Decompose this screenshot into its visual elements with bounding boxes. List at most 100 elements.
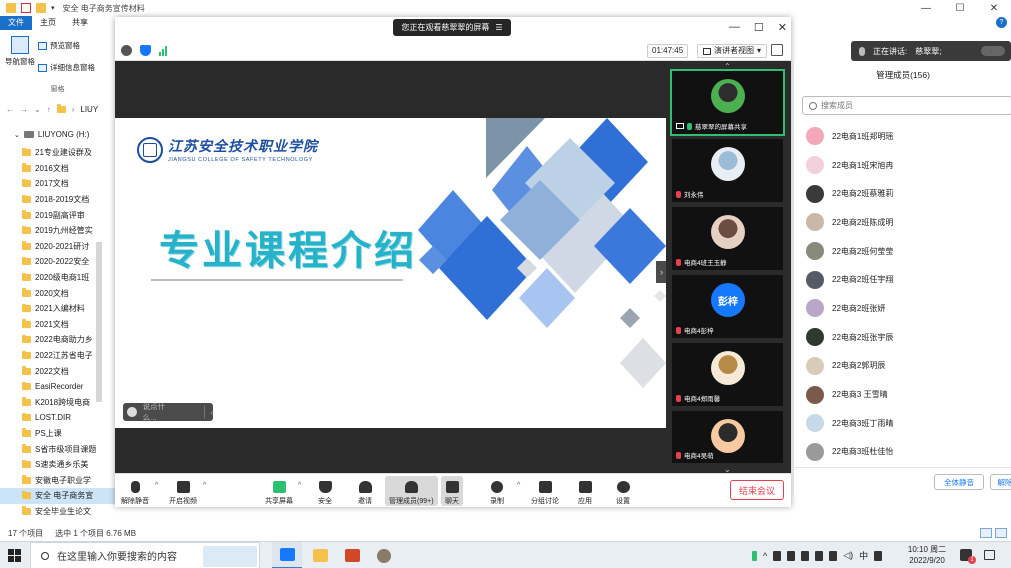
video-tile[interactable]: 电商4吴萌: [672, 411, 783, 463]
participant-row[interactable]: 22电商2班张妍: [794, 294, 1011, 323]
preview-pane-button[interactable]: 预览窗格: [38, 40, 80, 51]
forward-arrow-icon[interactable]: →: [20, 105, 28, 114]
address-path[interactable]: LIUY: [80, 105, 98, 114]
participant-row[interactable]: 22电商2郭玥辰: [794, 352, 1011, 381]
invite-button[interactable]: 邀请: [358, 476, 372, 506]
taskbar-app-explorer[interactable]: [305, 542, 335, 568]
chevron-down-icon[interactable]: ⌄: [34, 105, 41, 114]
participants-button[interactable]: 管理成员(99+): [385, 476, 438, 506]
participant-row[interactable]: 22电商2班蔡雅莉: [794, 179, 1011, 208]
viewing-screen-banner[interactable]: 您正在观看慈翠翠的屏幕 ☰: [393, 19, 511, 36]
view-mode-button[interactable]: 演讲者视图 ▾: [697, 44, 768, 58]
participant-row[interactable]: 22电商3班丁雨晴: [794, 409, 1011, 438]
tree-folder-item[interactable]: 2019副高评审: [0, 207, 115, 223]
tree-folder-item[interactable]: 2016文档: [0, 161, 115, 177]
participant-row[interactable]: 22电商1班郑明瑶: [794, 122, 1011, 151]
unmute-button[interactable]: 解除静音: [121, 476, 149, 506]
chevron-up-icon[interactable]: ^: [298, 482, 301, 489]
minimize-icon[interactable]: —: [909, 0, 943, 16]
maximize-icon[interactable]: ☐: [754, 21, 764, 34]
participant-row[interactable]: 22电商3班杜佳怡: [794, 438, 1011, 467]
close-icon[interactable]: ✕: [778, 21, 787, 34]
signal-icon[interactable]: [159, 45, 167, 56]
tree-folder-item[interactable]: 安徽电子职业学: [0, 472, 115, 488]
minimize-icon[interactable]: —: [729, 21, 740, 34]
tab-file[interactable]: 文件: [0, 16, 32, 30]
end-meeting-button[interactable]: 结束会议: [730, 480, 784, 500]
participant-row[interactable]: 22电商2班任宇翔: [794, 265, 1011, 294]
video-tile[interactable]: 慈翠翠的屏幕共享: [670, 69, 785, 136]
video-tile[interactable]: 电商4班王玉静: [672, 207, 783, 270]
start-video-button[interactable]: 开启视频: [169, 476, 197, 506]
tab-home[interactable]: 主页: [32, 16, 64, 30]
windows-start-icon[interactable]: [8, 549, 21, 562]
chat-button[interactable]: 聊天: [441, 476, 463, 506]
tree-folder-item[interactable]: S速卖通乡乐美: [0, 457, 115, 473]
record-button[interactable]: 录制: [490, 476, 504, 506]
security-button[interactable]: 安全: [318, 476, 332, 506]
app-tray-icon[interactable]: [787, 550, 796, 561]
close-icon[interactable]: ✕: [977, 0, 1011, 16]
video-tile[interactable]: 彭梓 电商4彭梓: [672, 275, 783, 338]
checkbox-icon[interactable]: [21, 3, 31, 13]
tree-folder-item[interactable]: 安全毕业生论文: [0, 504, 115, 520]
video-tile[interactable]: 刘永伟: [672, 139, 783, 202]
chevron-left-icon[interactable]: ‹: [211, 408, 214, 417]
tree-folder-item[interactable]: LOST.DIR: [0, 410, 115, 426]
back-arrow-icon[interactable]: ←: [6, 105, 14, 114]
taskbar-app-meeting[interactable]: [272, 542, 302, 568]
keyboard-icon[interactable]: [874, 550, 883, 561]
folder-icon[interactable]: [36, 3, 46, 13]
participant-row[interactable]: 22电商2班陈成明: [794, 208, 1011, 237]
participant-row[interactable]: 22电商1班宋旭冉: [794, 151, 1011, 180]
participant-row[interactable]: 22电商2班何莹莹: [794, 237, 1011, 266]
tree-scrollbar[interactable]: [96, 242, 102, 402]
onedrive-icon[interactable]: [815, 550, 824, 561]
notification-icon[interactable]: 1: [960, 549, 976, 564]
chevron-up-icon[interactable]: ^: [763, 551, 767, 561]
help-icon[interactable]: ?: [996, 17, 1007, 28]
participants-search[interactable]: 搜索成员: [802, 96, 1011, 115]
nav-pane-button[interactable]: 导航窗格: [4, 36, 36, 67]
unmute-all-button[interactable]: 解除: [990, 474, 1011, 490]
taskbar-app-powerpoint[interactable]: [337, 542, 367, 568]
tree-folder-item[interactable]: 2017文档: [0, 176, 115, 192]
settings-button[interactable]: 设置: [616, 476, 630, 506]
up-arrow-icon[interactable]: ↑: [47, 105, 51, 114]
large-icons-view-icon[interactable]: [995, 528, 1007, 538]
chat-quick-input[interactable]: 说点什么... ‹: [123, 402, 214, 422]
maximize-icon[interactable]: ☐: [943, 0, 977, 16]
tree-folder-item[interactable]: 2018-2019文档: [0, 192, 115, 208]
chevron-down-icon[interactable]: ▾: [51, 4, 55, 12]
chevron-up-icon[interactable]: ^: [517, 482, 520, 489]
chevron-up-icon[interactable]: ^: [155, 482, 158, 489]
system-clock[interactable]: 10:10 周二 2022/9/20: [904, 544, 950, 566]
shield-icon[interactable]: [140, 45, 151, 56]
taskbar-app-avatar[interactable]: [369, 542, 399, 568]
details-pane-button[interactable]: 详细信息窗格: [38, 62, 95, 73]
taskbar-search[interactable]: 在这里输入你要搜索的内容: [30, 542, 260, 568]
chevron-up-icon[interactable]: ⌃: [724, 62, 731, 71]
volume-icon[interactable]: ◁): [843, 550, 853, 561]
info-icon[interactable]: [121, 45, 132, 56]
fullscreen-icon[interactable]: [771, 44, 783, 56]
tab-share[interactable]: 共享: [64, 16, 96, 30]
mute-all-button[interactable]: 全体静音: [934, 474, 984, 490]
mic-icon[interactable]: [773, 550, 782, 561]
tree-folder-item[interactable]: S省市级项目课题: [0, 441, 115, 457]
video-tile[interactable]: 电商4郑雨馨: [672, 343, 783, 406]
tree-folder-item[interactable]: 安全 电子商务宣: [0, 488, 115, 504]
wifi-icon[interactable]: [829, 550, 838, 561]
share-screen-button[interactable]: 共享屏幕: [265, 476, 293, 506]
network-icon[interactable]: [801, 550, 810, 561]
chevron-up-icon[interactable]: ^: [203, 482, 206, 489]
tree-folder-item[interactable]: PS上课: [0, 426, 115, 442]
tree-folder-item[interactable]: 21专业建设群及: [0, 145, 115, 161]
breakout-rooms-button[interactable]: 分组讨论: [531, 476, 559, 506]
action-center-icon[interactable]: [984, 550, 995, 560]
ime-indicator[interactable]: 中: [859, 549, 868, 562]
battery-icon[interactable]: [752, 550, 757, 561]
tree-folder-item[interactable]: 2019九州经管实: [0, 223, 115, 239]
emoji-icon[interactable]: [127, 407, 137, 417]
participant-row[interactable]: 22电商2班张宇辰: [794, 323, 1011, 352]
